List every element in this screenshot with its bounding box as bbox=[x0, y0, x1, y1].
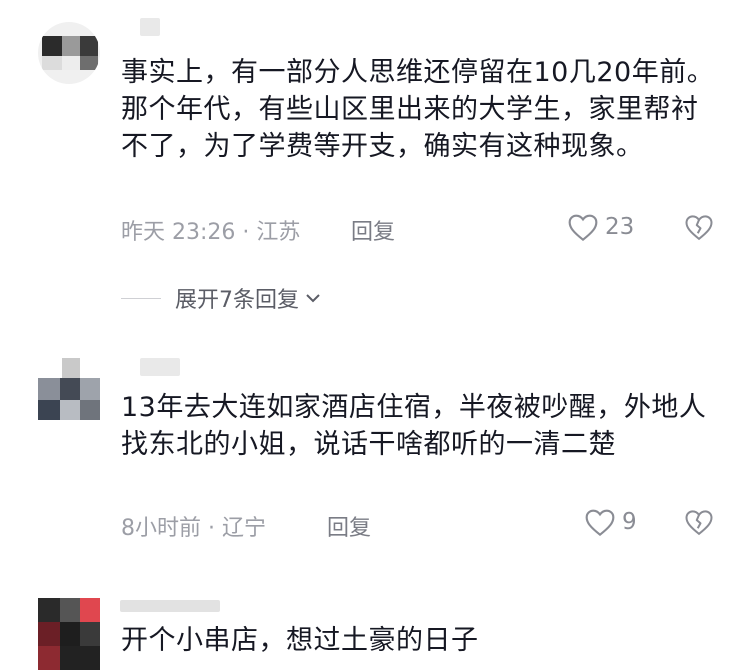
comment-time-location: 昨天 23:26 · 江苏 bbox=[121, 220, 301, 245]
like-count: 9 bbox=[622, 509, 637, 535]
username-blurred[interactable] bbox=[140, 18, 160, 36]
username-blurred[interactable] bbox=[140, 358, 180, 376]
avatar[interactable] bbox=[38, 358, 100, 420]
username-blurred[interactable] bbox=[120, 600, 220, 612]
comment-text: 事实上，有一部分人思维还停留在10几20年前。那个年代，有些山区里出来的大学生，… bbox=[121, 57, 715, 162]
heart-outline-icon bbox=[585, 509, 615, 537]
avatar[interactable] bbox=[38, 598, 100, 670]
divider-line bbox=[121, 297, 161, 299]
reply-button[interactable]: 回复 bbox=[327, 510, 371, 542]
like-button[interactable]: 9 bbox=[584, 507, 637, 537]
expand-replies-button[interactable]: 展开7条回复 bbox=[121, 282, 323, 314]
reply-button[interactable]: 回复 bbox=[351, 214, 395, 246]
dislike-button[interactable] bbox=[684, 507, 714, 537]
like-count: 23 bbox=[605, 214, 635, 240]
comment-text: 开个小串店，想过土豪的日子 bbox=[121, 625, 479, 656]
chevron-down-icon bbox=[306, 294, 320, 303]
avatar[interactable] bbox=[38, 22, 100, 84]
comment-text: 13年去大连如家酒店住宿，半夜被吵醒，外地人找东北的小姐，说话干啥都听的一清二楚 bbox=[121, 392, 707, 460]
comment-time-location: 8小时前 · 辽宁 bbox=[121, 516, 266, 541]
heart-outline-icon bbox=[568, 214, 598, 242]
expand-replies-label: 展开7条回复 bbox=[175, 288, 299, 313]
like-button[interactable]: 23 bbox=[567, 212, 634, 242]
dislike-button[interactable] bbox=[684, 212, 714, 242]
broken-heart-icon bbox=[685, 510, 713, 536]
broken-heart-icon bbox=[685, 215, 713, 241]
